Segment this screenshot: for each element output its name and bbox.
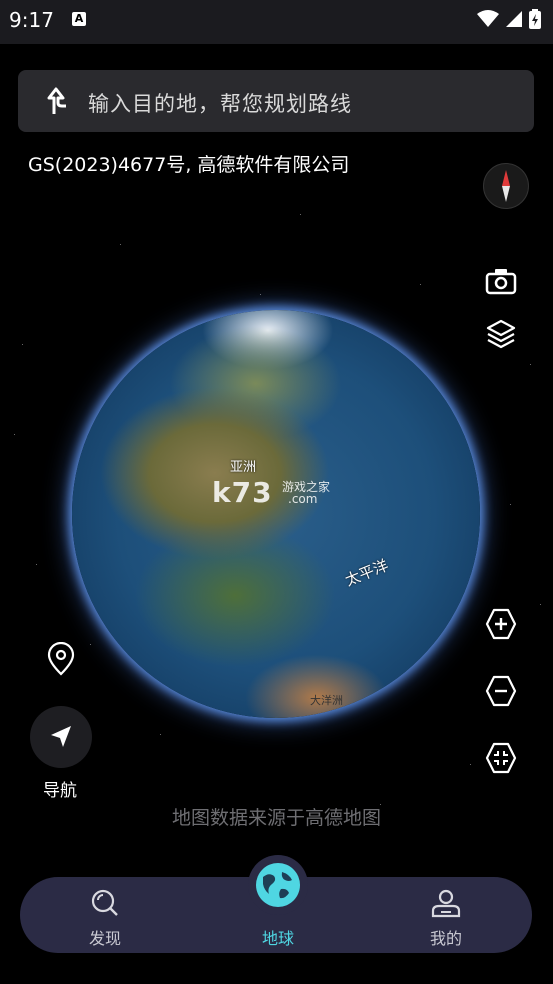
label-oceania: 大洋洲 — [310, 694, 343, 707]
collapse-icon — [485, 742, 517, 774]
my-location-button[interactable] — [44, 641, 78, 676]
map-copyright: GS(2023)4677号, 高德软件有限公司 — [28, 154, 350, 176]
tab-discover[interactable]: 发现 — [45, 877, 165, 953]
earth-globe[interactable]: 亚洲 太平洋 大洋洲 k73 游戏之家 .com — [72, 310, 480, 718]
compass-icon — [502, 170, 510, 202]
profile-icon — [430, 887, 462, 919]
compass-button[interactable] — [483, 163, 529, 209]
status-time: 9:17 — [9, 8, 54, 32]
label-asia: 亚洲 — [230, 460, 257, 475]
tab-earth[interactable] — [248, 855, 308, 915]
wifi-icon — [477, 10, 499, 27]
navigation-arrow-icon — [51, 726, 71, 747]
watermark-logo: k73 — [212, 476, 273, 509]
watermark: k73 游戏之家 .com — [212, 476, 330, 509]
destination-search-bar[interactable]: 输入目的地，帮您规划路线 — [18, 70, 534, 132]
zoom-in-icon — [485, 608, 517, 640]
zoom-in-button[interactable] — [483, 606, 519, 642]
tab-earth-label[interactable]: 地球 — [238, 925, 318, 949]
layers-icon — [486, 319, 516, 349]
navigation-button[interactable] — [30, 706, 92, 768]
watermark-domain: .com — [288, 492, 318, 506]
camera-button[interactable] — [483, 263, 519, 299]
map-data-source: 地图数据来源于高德地图 — [171, 807, 381, 829]
status-bar: 9:17 A — [0, 0, 553, 44]
label-pacific: 太平洋 — [342, 556, 391, 590]
zoom-out-icon — [485, 675, 517, 707]
discover-icon — [89, 887, 121, 919]
earth-tab-icon — [256, 863, 300, 907]
battery-icon — [529, 9, 541, 29]
location-pin-icon — [47, 641, 75, 676]
notification-icon: A — [72, 12, 86, 26]
zoom-out-button[interactable] — [483, 673, 519, 709]
route-icon — [42, 86, 72, 116]
signal-icon — [506, 11, 522, 27]
status-icons — [477, 9, 541, 29]
tab-mine[interactable]: 我的 — [386, 877, 506, 953]
camera-icon — [485, 269, 517, 295]
tab-discover-label: 发现 — [88, 929, 121, 948]
reset-view-button[interactable] — [483, 740, 519, 776]
navigation-label[interactable]: 导航 — [43, 776, 77, 801]
tab-mine-label: 我的 — [429, 929, 462, 948]
search-placeholder: 输入目的地，帮您规划路线 — [88, 92, 352, 116]
globe-sphere[interactable]: 亚洲 太平洋 大洋洲 k73 游戏之家 .com — [72, 310, 480, 718]
layers-button[interactable] — [483, 316, 519, 352]
